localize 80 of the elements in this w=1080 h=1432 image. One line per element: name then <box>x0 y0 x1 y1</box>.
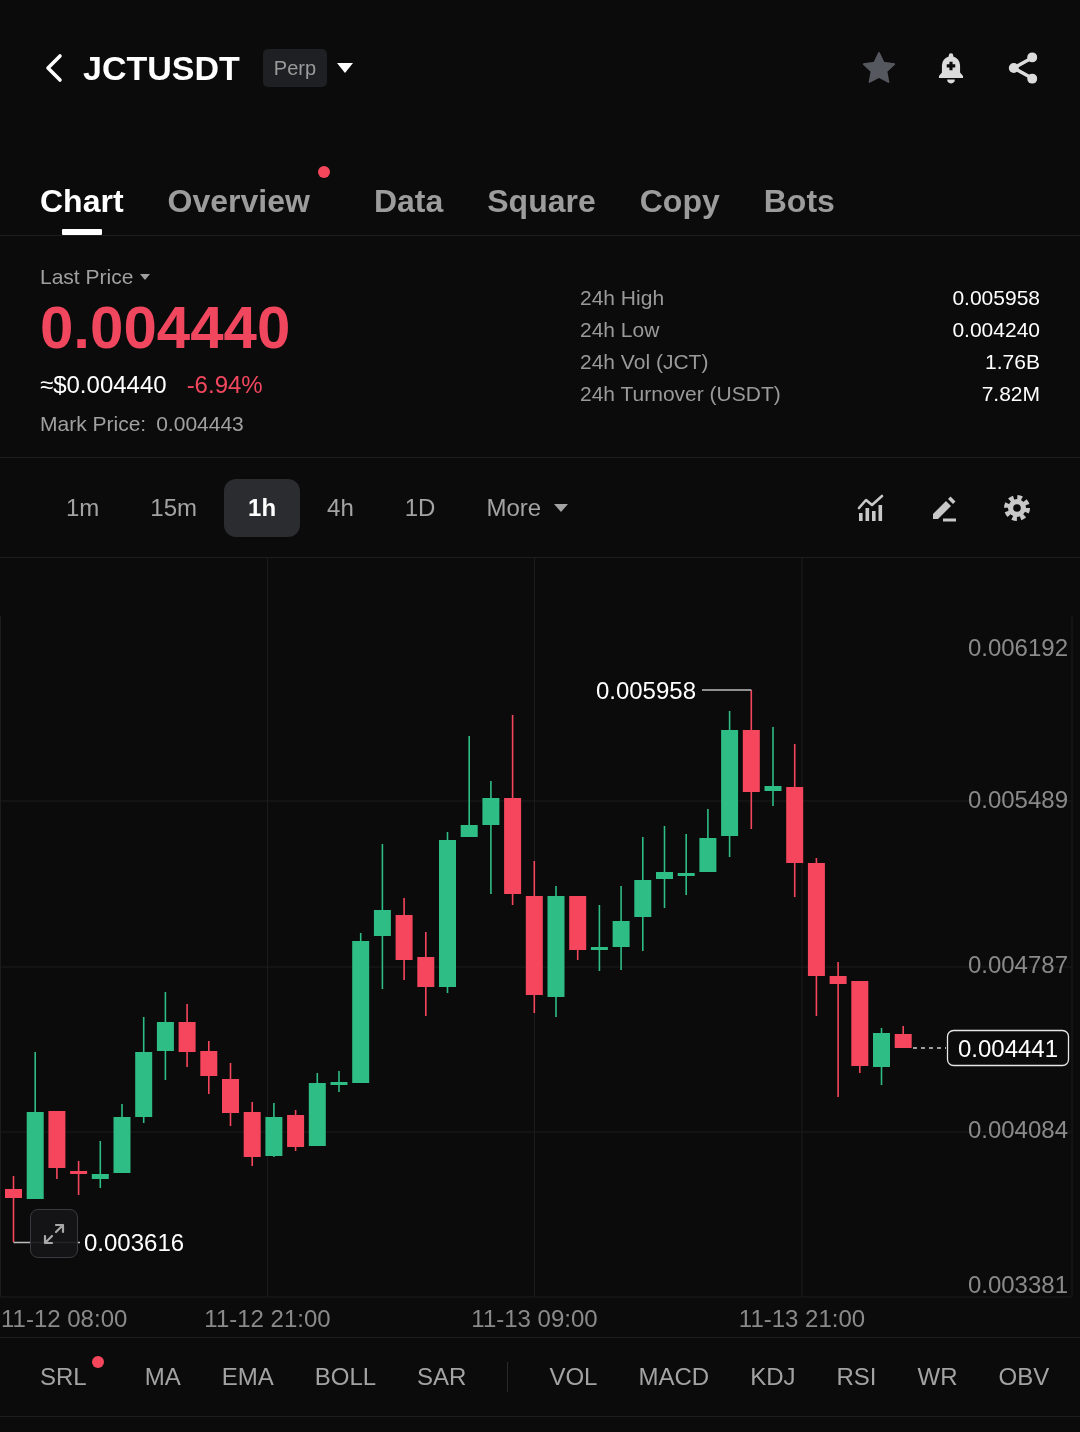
x-axis-label: 11-12 21:00 <box>204 1304 331 1332</box>
price-type-dropdown[interactable]: Last Price <box>40 264 151 290</box>
chart-icon[interactable] <box>857 493 885 522</box>
candlestick <box>330 1070 348 1093</box>
caret-icon <box>554 503 569 512</box>
usd-value: ≈$0.004440 <box>40 370 167 400</box>
x-axis-label: 11-13 09:00 <box>471 1304 598 1332</box>
candlestick <box>894 1025 912 1049</box>
timeframe-button[interactable]: 1D <box>380 478 460 537</box>
tab[interactable]: Data <box>373 136 444 235</box>
share-icon[interactable] <box>1006 51 1040 85</box>
timeframe-button[interactable]: 15m <box>126 478 222 537</box>
stat-value: 0.004240 <box>952 317 1040 343</box>
y-axis-label: 0.004084 <box>967 1115 1068 1143</box>
indicator-tab[interactable]: OBV <box>998 1363 1050 1391</box>
tab[interactable]: Bots <box>763 136 835 235</box>
stat-value: 0.005958 <box>952 285 1040 311</box>
indicator-tab[interactable]: MA <box>144 1363 181 1391</box>
indicator-tab[interactable]: BOLL <box>314 1363 377 1391</box>
stat-value: 1.76B <box>985 349 1040 375</box>
indicator-tab[interactable]: EMA <box>221 1363 274 1391</box>
high-price-leader-line <box>701 689 752 691</box>
symbol-title: JCTUSDT <box>83 48 240 88</box>
indicator-tab[interactable]: MACD <box>638 1363 710 1391</box>
mark-price-label: Mark Price: <box>40 411 147 437</box>
candlestick <box>569 895 587 961</box>
candlestick <box>243 1101 261 1167</box>
stat-label: 24h High <box>580 285 665 311</box>
indicator-tab[interactable]: SAR <box>417 1363 467 1391</box>
caret-icon[interactable] <box>337 63 354 73</box>
candlestick <box>91 1140 109 1189</box>
fullscreen-button[interactable] <box>30 1209 78 1258</box>
indicator-tab[interactable]: VOL <box>549 1363 598 1391</box>
caret-icon <box>140 274 151 280</box>
candlestick <box>200 1040 218 1095</box>
candlestick <box>70 1160 88 1196</box>
more-dropdown[interactable]: More <box>462 478 593 537</box>
y-axis-label: 0.003381 <box>967 1270 1068 1298</box>
timeframe-button[interactable]: 4h <box>303 478 378 537</box>
timeframe-button[interactable]: 1h <box>224 478 301 537</box>
indicator-tab[interactable]: WR <box>917 1363 958 1391</box>
candlestick <box>287 1109 305 1152</box>
candlestick <box>677 833 695 896</box>
y-axis-label: 0.006192 <box>967 633 1068 661</box>
candlestick <box>113 1103 131 1174</box>
candlestick <box>48 1110 66 1180</box>
mark-price-value: 0.004443 <box>156 411 244 437</box>
star-icon[interactable] <box>862 51 896 85</box>
price-change: -6.94% <box>186 370 263 400</box>
indicator-tab[interactable]: RSI <box>836 1363 877 1391</box>
stat-label: 24h Low <box>580 317 660 343</box>
indicator-tab[interactable]: KDJ <box>750 1363 796 1391</box>
stat-label: 24h Vol (JCT) <box>580 349 709 375</box>
tab[interactable]: Chart <box>40 136 124 235</box>
last-price-tag: 0.004441 <box>946 1029 1070 1067</box>
tab[interactable]: Overview <box>167 136 330 235</box>
settings-icon[interactable] <box>1003 493 1031 522</box>
contract-badge: Perp <box>262 49 328 87</box>
candlestick <box>590 904 608 972</box>
high-price-label: 0.005958 <box>595 676 696 704</box>
x-axis-label: 11-12 08:00 <box>1 1304 128 1332</box>
tab[interactable]: Copy <box>639 136 720 235</box>
timeframe-button[interactable]: 1m <box>42 478 124 537</box>
last-price: 0.004440 <box>40 295 291 361</box>
low-price-label: 0.003616 <box>84 1229 185 1256</box>
candlestick <box>178 1003 196 1068</box>
y-axis-label: 0.004787 <box>967 950 1068 978</box>
tab[interactable]: Square <box>487 136 596 235</box>
candlestick <box>699 808 717 873</box>
candlestick <box>265 1102 283 1158</box>
candlestick <box>5 1175 22 1243</box>
stat-value: 7.82M <box>981 381 1040 407</box>
last-price-line <box>912 1047 947 1049</box>
candlestick <box>873 1027 890 1086</box>
expand-icon <box>43 1222 65 1245</box>
indicator-tab[interactable]: SRL <box>40 1356 104 1398</box>
stat-label: 24h Turnover (USDT) <box>580 381 781 407</box>
x-axis-label: 11-13 21:00 <box>738 1304 866 1332</box>
y-axis-label: 0.005489 <box>967 785 1068 813</box>
candlestick <box>222 1062 239 1127</box>
